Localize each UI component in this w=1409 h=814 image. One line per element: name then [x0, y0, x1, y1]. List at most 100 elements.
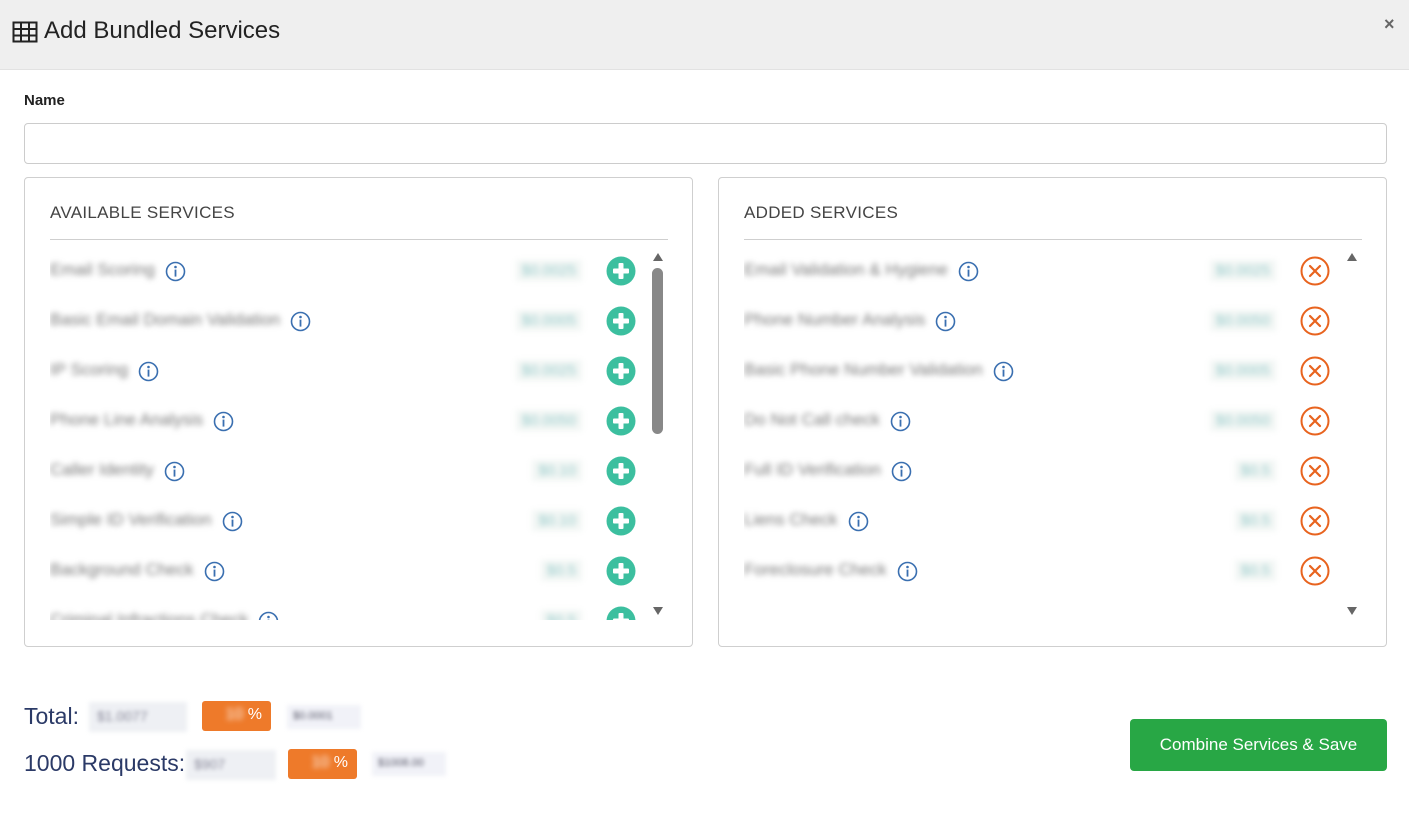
available-service-row: Basic Email Domain Validation $0.0005	[50, 296, 640, 346]
added-service-price: $0.5	[1234, 560, 1276, 581]
added-service-row: Email Validation & Hygiene $0.0025	[744, 246, 1334, 296]
divider	[744, 239, 1362, 240]
divider	[50, 239, 668, 240]
info-icon[interactable]	[138, 361, 159, 382]
add-service-icon[interactable]	[606, 406, 636, 436]
remove-service-icon[interactable]	[1300, 406, 1330, 436]
info-icon[interactable]	[213, 411, 234, 432]
info-icon[interactable]	[222, 511, 243, 532]
combine-save-button[interactable]: Combine Services & Save	[1130, 719, 1387, 771]
available-service-name: IP Scoring	[50, 360, 129, 379]
remove-service-icon[interactable]	[1300, 556, 1330, 586]
add-service-icon[interactable]	[606, 356, 636, 386]
info-icon[interactable]	[891, 461, 912, 482]
table-icon	[12, 21, 38, 43]
available-service-price: $0.10	[532, 510, 582, 531]
info-icon[interactable]	[993, 361, 1014, 382]
added-service-name: Do Not Call check	[744, 410, 881, 429]
available-service-price: $0.5	[540, 610, 582, 620]
total-label: Total:	[24, 703, 79, 729]
added-services-panel: ADDED SERVICES Email Validation & Hygien…	[718, 177, 1387, 647]
requests-discount-badge: 10 %	[288, 749, 357, 779]
available-service-row: Caller Identity $0.10	[50, 446, 640, 496]
added-service-name: Email Validation & Hygiene	[744, 260, 948, 279]
info-icon[interactable]	[897, 561, 918, 582]
info-icon[interactable]	[935, 311, 956, 332]
remove-service-icon[interactable]	[1300, 356, 1330, 386]
info-icon[interactable]	[890, 411, 911, 432]
available-service-row: Criminal Infractions Check $0.5	[50, 596, 640, 620]
available-service-price: $0.10	[532, 460, 582, 481]
info-icon[interactable]	[164, 461, 185, 482]
available-service-price: $0.0005	[515, 310, 582, 331]
add-service-icon[interactable]	[606, 256, 636, 286]
scroll-up-arrow-icon[interactable]	[1346, 252, 1358, 262]
added-service-row: Basic Phone Number Validation $0.0005	[744, 346, 1334, 396]
scrollbar-thumb[interactable]	[652, 268, 663, 434]
available-services-title: AVAILABLE SERVICES	[50, 203, 235, 222]
name-label: Name	[24, 92, 65, 109]
added-service-price: $0.0050	[1209, 310, 1276, 331]
added-service-price: $0.5	[1234, 510, 1276, 531]
modal-header: Add Bundled Services ×	[0, 0, 1409, 70]
add-service-icon[interactable]	[606, 606, 636, 620]
added-service-price: $0.0005	[1209, 360, 1276, 381]
add-service-icon[interactable]	[606, 556, 636, 586]
remove-service-icon[interactable]	[1300, 306, 1330, 336]
added-service-row: Full ID Verification $0.5	[744, 446, 1334, 496]
added-services-title: ADDED SERVICES	[744, 203, 899, 222]
total-value: $1.0077	[89, 702, 187, 732]
total-discount-badge: 10 %	[202, 701, 271, 731]
available-service-row: Background Check $0.5	[50, 546, 640, 596]
added-service-name: Foreclosure Check	[744, 560, 887, 579]
available-service-name: Background Check	[50, 560, 194, 579]
available-service-row: Phone Line Analysis $0.0050	[50, 396, 640, 446]
available-service-name: Email Scoring	[50, 260, 155, 279]
info-icon[interactable]	[290, 311, 311, 332]
added-service-name: Basic Phone Number Validation	[744, 360, 983, 379]
available-service-name: Basic Email Domain Validation	[50, 310, 281, 329]
available-service-price: $0.0025	[515, 360, 582, 381]
added-service-name: Full ID Verification	[744, 460, 881, 479]
close-button[interactable]: ×	[1384, 14, 1395, 35]
available-services-panel: AVAILABLE SERVICES Email Scoring $0.0025 B…	[24, 177, 693, 647]
added-service-price: $0.0025	[1209, 260, 1276, 281]
remove-service-icon[interactable]	[1300, 506, 1330, 536]
requests-saved-value: $1008.00	[372, 752, 446, 776]
remove-service-icon[interactable]	[1300, 256, 1330, 286]
requests-value: $907	[186, 750, 276, 780]
requests-label: 1000 Requests:	[24, 750, 186, 776]
added-service-row: Phone Number Analysis $0.0050	[744, 296, 1334, 346]
available-service-row: Email Scoring $0.0025	[50, 246, 640, 296]
added-service-name: Phone Number Analysis	[744, 310, 926, 329]
remove-service-icon[interactable]	[1300, 456, 1330, 486]
modal-title: Add Bundled Services	[44, 17, 281, 44]
info-icon[interactable]	[958, 261, 979, 282]
add-service-icon[interactable]	[606, 506, 636, 536]
add-service-icon[interactable]	[606, 306, 636, 336]
available-service-name: Phone Line Analysis	[50, 410, 204, 429]
scroll-up-arrow-icon[interactable]	[652, 252, 664, 262]
available-service-name: Simple ID Verification	[50, 510, 212, 529]
info-icon[interactable]	[165, 261, 186, 282]
info-icon[interactable]	[204, 561, 225, 582]
available-service-row: IP Scoring $0.0025	[50, 346, 640, 396]
added-service-row: Foreclosure Check $0.5	[744, 546, 1334, 596]
total-discount-value: 10	[225, 706, 244, 723]
available-service-price: $0.5	[540, 560, 582, 581]
info-icon[interactable]	[848, 511, 869, 532]
added-service-price: $0.5	[1234, 460, 1276, 481]
info-icon[interactable]	[258, 611, 279, 620]
requests-percent-sign: %	[333, 754, 348, 771]
scroll-down-arrow-icon[interactable]	[652, 606, 664, 616]
added-services-list: Email Validation & Hygiene $0.0025 Phone N…	[744, 246, 1334, 620]
added-service-price: $0.0050	[1209, 410, 1276, 431]
add-service-icon[interactable]	[606, 456, 636, 486]
name-input[interactable]	[24, 123, 1387, 164]
available-service-row: Simple ID Verification $0.10	[50, 496, 640, 546]
total-percent-sign: %	[247, 706, 262, 723]
available-service-price: $0.0050	[515, 410, 582, 431]
scroll-down-arrow-icon[interactable]	[1346, 606, 1358, 616]
available-services-list: Email Scoring $0.0025 Basic Email Domain V…	[50, 246, 640, 620]
available-service-price: $0.0025	[515, 260, 582, 281]
